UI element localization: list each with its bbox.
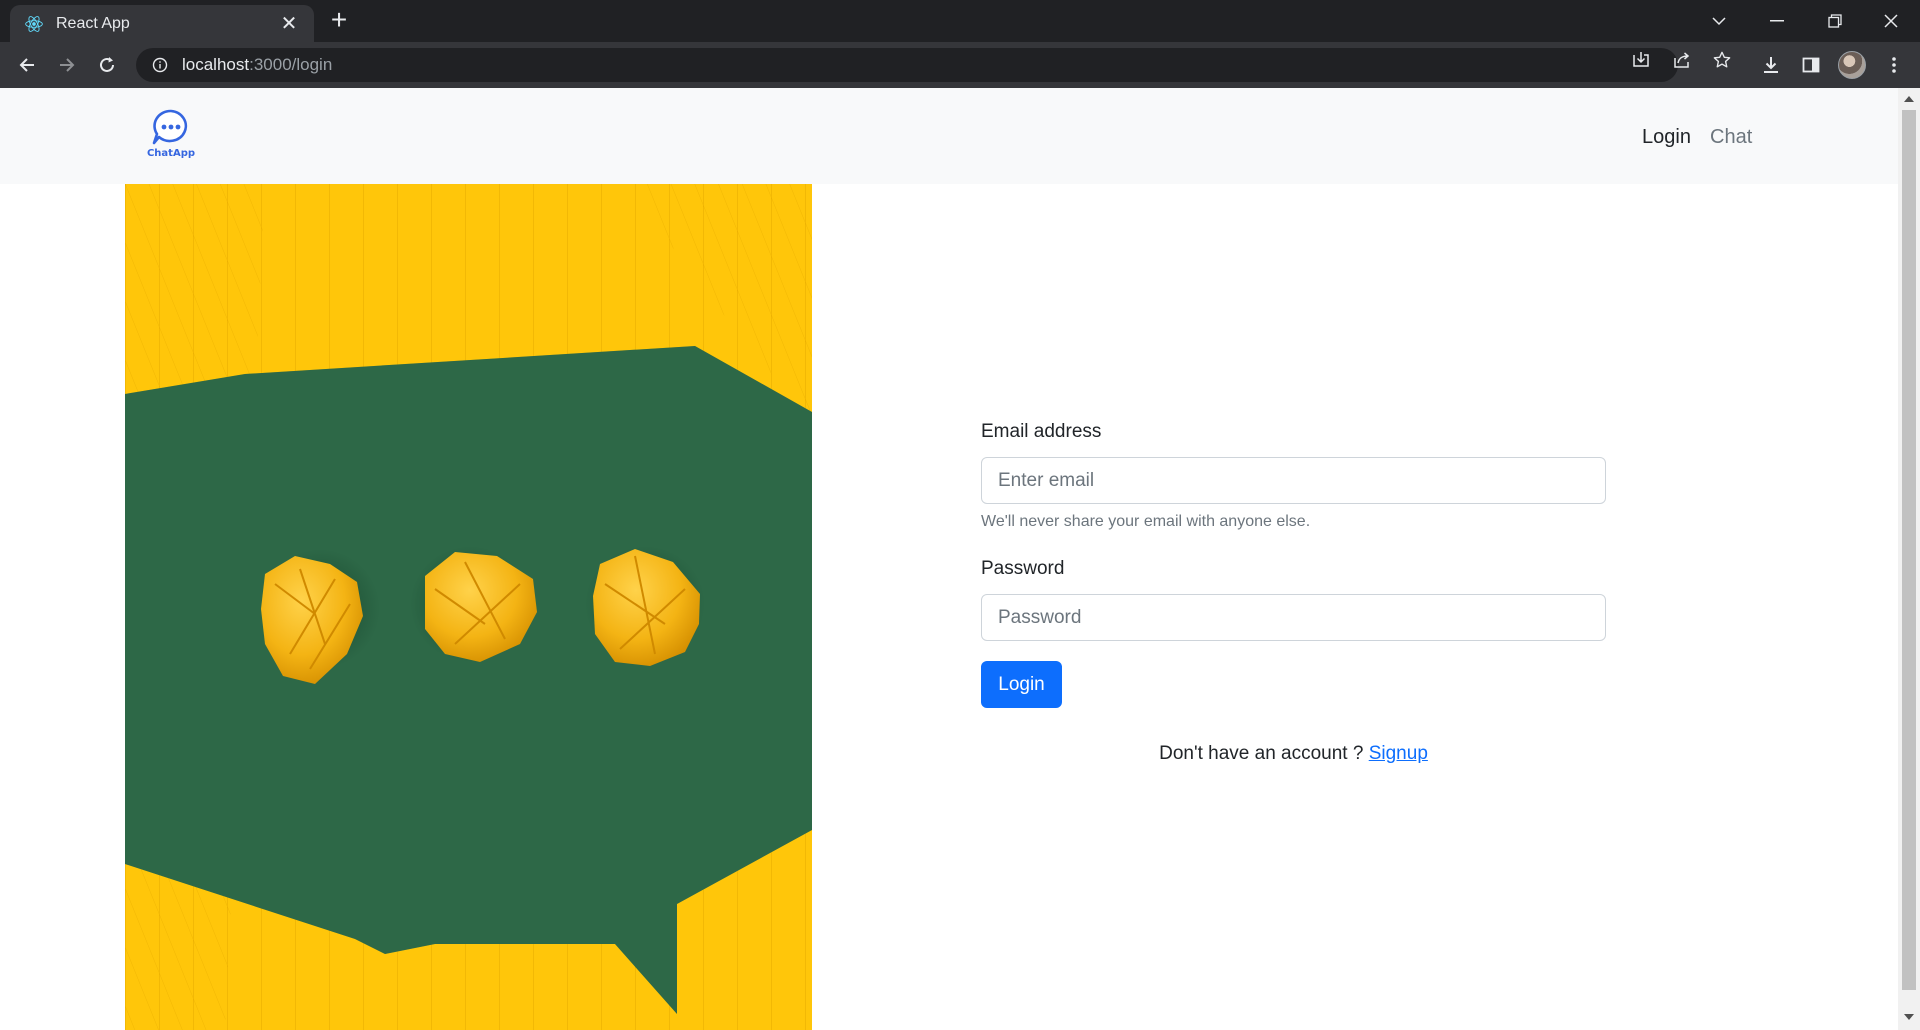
bookmark-star-icon[interactable] [1711,49,1733,71]
restore-icon[interactable] [1806,0,1864,42]
browser-tab[interactable]: React App ✕ [10,5,314,42]
browser-tab-bar: React App ✕ + [0,0,1920,42]
password-label: Password [981,558,1065,579]
url-text: localhost:3000/login [182,55,333,74]
page-scrollbar[interactable] [1898,88,1920,1030]
chat-bubble-icon [152,109,188,145]
forward-icon[interactable] [51,49,83,81]
react-icon [24,14,44,34]
email-help-text: We'll never share your email with anyone… [981,513,1311,530]
email-label: Email address [981,421,1102,442]
scroll-down-icon[interactable] [1904,1014,1914,1020]
scroll-thumb[interactable] [1902,110,1916,990]
new-tab-icon[interactable]: + [324,6,354,36]
downloads-icon[interactable] [1757,51,1785,79]
signup-prompt: Don't have an account ? Signup [981,743,1606,765]
brand-logo[interactable]: ChatApp [146,106,196,164]
nav-link-login[interactable]: Login [1642,126,1691,149]
brand-text: ChatApp [146,148,196,159]
tab-title: React App [56,14,130,32]
nav-link-chat[interactable]: Chat [1710,126,1752,149]
share-icon[interactable] [1671,49,1693,71]
install-app-icon[interactable] [1630,49,1652,71]
side-panel-icon[interactable] [1797,51,1825,79]
signup-link[interactable]: Signup [1369,743,1428,764]
hero-image [125,184,812,1030]
login-button[interactable]: Login [981,661,1062,708]
back-icon[interactable] [11,49,43,81]
close-window-icon[interactable] [1862,0,1920,42]
password-field[interactable] [981,594,1606,641]
profile-avatar[interactable] [1838,51,1866,79]
address-bar[interactable]: localhost:3000/login [136,48,1678,82]
close-tab-icon[interactable]: ✕ [278,11,300,36]
minimize-icon[interactable] [1748,0,1806,42]
site-info-icon[interactable] [150,55,170,75]
menu-kebab-icon[interactable] [1880,51,1908,79]
reload-icon[interactable] [91,49,123,81]
scroll-up-icon[interactable] [1904,96,1914,102]
signup-prompt-text: Don't have an account ? [1159,743,1369,764]
page-viewport: ChatApp Login Chat Email address Enter e… [0,88,1898,1030]
navbar: ChatApp Login Chat [0,88,1898,184]
email-field[interactable] [981,457,1606,504]
browser-toolbar: localhost:3000/login [0,42,1920,88]
tab-search-icon[interactable] [1690,0,1748,42]
